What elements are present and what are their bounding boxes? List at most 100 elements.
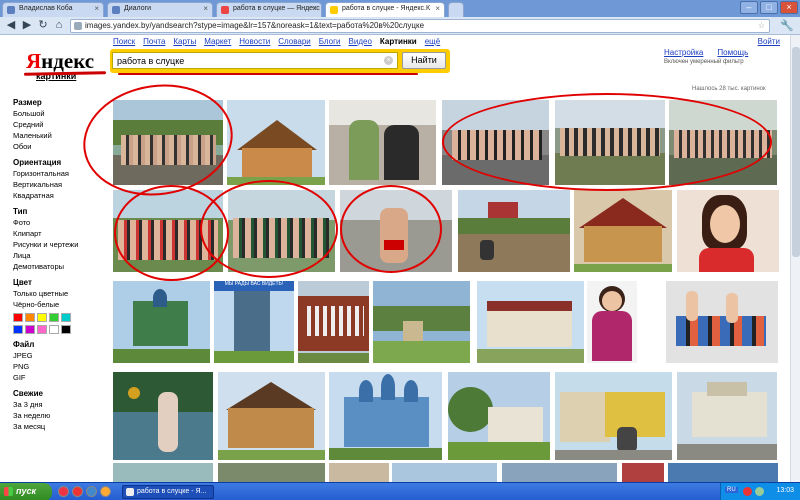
image-result[interactable]: МЫ РАДЫ ВАС ВИДЕТЬ! xyxy=(214,281,294,363)
filter-file-png[interactable]: PNG xyxy=(13,361,105,372)
opera-icon[interactable] xyxy=(72,486,83,497)
tab-2[interactable]: Диалоги × xyxy=(107,2,213,17)
tray-network-icon[interactable] xyxy=(755,487,764,496)
browser-toolbar: ◀ ▶ ↻ ⌂ images.yandex.by/yandsearch?styp… xyxy=(0,17,800,35)
clear-search-icon[interactable]: × xyxy=(384,56,393,65)
language-indicator[interactable]: RU xyxy=(725,487,738,493)
image-result[interactable] xyxy=(555,372,672,460)
image-result[interactable] xyxy=(329,100,436,185)
search-input[interactable] xyxy=(112,52,398,69)
image-result[interactable] xyxy=(373,281,470,363)
filter-orientation-square[interactable]: Квадратная xyxy=(13,190,105,201)
chrome-icon[interactable] xyxy=(58,486,69,497)
nav-market[interactable]: Маркет xyxy=(204,37,231,46)
color-swatch-white[interactable] xyxy=(49,325,59,334)
image-result[interactable] xyxy=(668,463,778,482)
reload-icon[interactable]: ↻ xyxy=(36,19,50,33)
wrench-menu-icon[interactable]: 🔧 xyxy=(780,19,794,32)
tab-3[interactable]: работа в слуцке — Яндекс × xyxy=(216,2,322,17)
image-result[interactable] xyxy=(218,463,325,482)
help-link[interactable]: Помощь xyxy=(717,48,748,57)
nav-blogs[interactable]: Блоги xyxy=(319,37,341,46)
maximize-icon[interactable]: □ xyxy=(760,1,778,14)
color-swatch-cyan[interactable] xyxy=(61,313,71,322)
nav-more[interactable]: ещё xyxy=(425,37,440,46)
image-result[interactable] xyxy=(392,463,497,482)
new-tab-button[interactable] xyxy=(448,2,464,17)
tab-4-active[interactable]: работа в слуцке - Яндекс.К × xyxy=(325,2,445,17)
image-result[interactable] xyxy=(329,463,389,482)
nav-mail[interactable]: Почта xyxy=(143,37,165,46)
tab-close-icon[interactable]: × xyxy=(312,4,317,13)
filter-color-bw[interactable]: Чёрно-белые xyxy=(13,299,105,310)
image-result[interactable] xyxy=(227,100,325,185)
filter-note[interactable]: Включен умеренный фильтр xyxy=(664,59,744,65)
minimize-icon[interactable]: – xyxy=(740,1,758,14)
filter-color-only[interactable]: Только цветные xyxy=(13,288,105,299)
taskbar-window-button[interactable]: работа в слуцке - Я... xyxy=(122,485,214,499)
color-swatch-green[interactable] xyxy=(49,313,59,322)
image-result[interactable] xyxy=(329,372,442,460)
image-result[interactable] xyxy=(448,372,550,460)
tab-close-icon[interactable]: × xyxy=(203,4,208,13)
filter-fresh-3days[interactable]: За 3 дня xyxy=(13,399,105,410)
image-result[interactable] xyxy=(622,463,664,482)
image-result[interactable] xyxy=(458,190,570,272)
color-swatch-black[interactable] xyxy=(61,325,71,334)
image-result[interactable] xyxy=(113,372,213,460)
image-result[interactable] xyxy=(477,281,584,363)
nav-search[interactable]: Поиск xyxy=(113,37,135,46)
forward-icon[interactable]: ▶ xyxy=(20,19,34,33)
nav-news[interactable]: Новости xyxy=(239,37,270,46)
nav-video[interactable]: Видео xyxy=(349,37,372,46)
color-swatch-red[interactable] xyxy=(13,313,23,322)
page-scrollbar[interactable] xyxy=(790,35,800,482)
bookmark-star-icon[interactable]: ☆ xyxy=(758,20,765,32)
taskbar-window-label: работа в слуцке - Я... xyxy=(137,488,207,495)
image-result[interactable] xyxy=(677,372,777,460)
filter-fresh-month[interactable]: За месяц xyxy=(13,421,105,432)
back-icon[interactable]: ◀ xyxy=(4,19,18,33)
tab-close-icon[interactable]: × xyxy=(94,4,99,13)
image-result[interactable] xyxy=(113,463,213,482)
filter-file-gif[interactable]: GIF xyxy=(13,372,105,383)
image-result[interactable] xyxy=(502,463,617,482)
image-result[interactable] xyxy=(298,281,369,363)
image-result[interactable] xyxy=(677,190,779,272)
color-swatches-row-2 xyxy=(13,325,105,334)
start-button[interactable]: пуск xyxy=(0,483,52,500)
tray-app-icon[interactable] xyxy=(743,487,752,496)
image-result[interactable] xyxy=(587,281,637,363)
nav-dictionaries[interactable]: Словари xyxy=(278,37,311,46)
color-swatch-blue[interactable] xyxy=(13,325,23,334)
filter-type-faces[interactable]: Лица xyxy=(13,250,105,261)
ie-icon[interactable] xyxy=(86,486,97,497)
filter-orientation-vertical[interactable]: Вертикальная xyxy=(13,179,105,190)
image-result[interactable] xyxy=(113,281,210,363)
home-icon[interactable]: ⌂ xyxy=(52,19,66,33)
settings-link[interactable]: Настройка xyxy=(664,48,703,57)
nav-maps[interactable]: Карты xyxy=(173,37,196,46)
filter-type-drawings[interactable]: Рисунки и чертежи xyxy=(13,239,105,250)
nav-images[interactable]: Картинки xyxy=(380,37,417,46)
firefox-icon[interactable] xyxy=(100,486,111,497)
image-result[interactable] xyxy=(574,190,672,272)
scrollbar-thumb[interactable] xyxy=(792,47,800,257)
filter-fresh-week[interactable]: За неделю xyxy=(13,410,105,421)
close-window-icon[interactable]: × xyxy=(780,1,798,14)
search-button[interactable]: Найти xyxy=(402,52,446,69)
tab-close-icon[interactable]: × xyxy=(435,4,440,13)
filter-file-jpeg[interactable]: JPEG xyxy=(13,350,105,361)
filter-type-clipart[interactable]: Клипарт xyxy=(13,228,105,239)
image-result[interactable] xyxy=(666,281,778,363)
address-bar[interactable]: images.yandex.by/yandsearch?stype=image&… xyxy=(70,19,770,33)
login-link[interactable]: Войти xyxy=(758,37,780,46)
color-swatch-yellow[interactable] xyxy=(37,313,47,322)
image-result[interactable] xyxy=(218,372,325,460)
tab-1[interactable]: Владислав Коба × xyxy=(2,2,104,17)
color-swatch-purple[interactable] xyxy=(25,325,35,334)
filter-type-photo[interactable]: Фото xyxy=(13,217,105,228)
color-swatch-orange[interactable] xyxy=(25,313,35,322)
color-swatch-pink[interactable] xyxy=(37,325,47,334)
filter-type-demotivators[interactable]: Демотиваторы xyxy=(13,261,105,272)
